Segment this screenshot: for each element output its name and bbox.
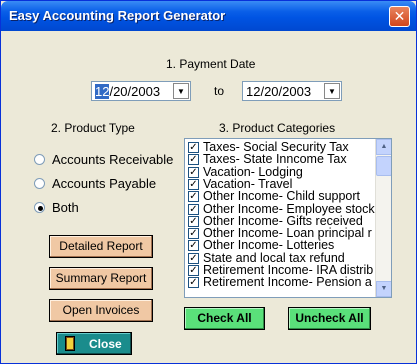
product-type-heading: 2. Product Type: [51, 121, 135, 135]
category-label: Retirement Income- Pension a: [203, 275, 372, 290]
from-date-picker[interactable]: 12/20/2003 ▼: [91, 81, 191, 101]
close-button[interactable]: Close: [56, 332, 132, 355]
product-categories-heading: 3. Product Categories: [219, 121, 336, 135]
exit-door-icon: [65, 336, 75, 351]
checkbox-checked-icon[interactable]: ✓: [188, 252, 199, 264]
summary-report-button[interactable]: Summary Report: [49, 267, 153, 290]
checkbox-checked-icon[interactable]: ✓: [188, 215, 199, 227]
scrollbar-thumb[interactable]: [376, 156, 391, 176]
radio-button-selected-icon: [34, 202, 45, 213]
from-date-rest: /20/2003: [109, 84, 161, 99]
checkbox-checked-icon[interactable]: ✓: [188, 277, 199, 289]
detailed-report-button[interactable]: Detailed Report: [49, 235, 153, 258]
checkbox-checked-icon[interactable]: ✓: [188, 191, 199, 203]
radio-button-icon: [34, 178, 45, 189]
checkbox-checked-icon[interactable]: ✓: [188, 228, 199, 240]
checkbox-checked-icon[interactable]: ✓: [188, 154, 199, 166]
to-date-dropdown-arrow-icon[interactable]: ▼: [324, 83, 340, 99]
checkbox-checked-icon[interactable]: ✓: [188, 142, 199, 153]
scroll-down-arrow-icon[interactable]: ▼: [376, 281, 391, 297]
title-bar[interactable]: Easy Accounting Report Generator ✕: [1, 1, 416, 31]
main-window: Easy Accounting Report Generator ✕ 1. Pa…: [0, 0, 417, 364]
scroll-up-arrow-icon[interactable]: ▲: [376, 139, 391, 155]
to-date-value: 12/20/2003: [246, 84, 312, 99]
uncheck-all-button[interactable]: Uncheck All: [288, 307, 371, 330]
checkbox-checked-icon[interactable]: ✓: [188, 203, 199, 215]
vertical-scrollbar[interactable]: ▲ ▼: [375, 139, 391, 297]
radio-button-icon: [34, 154, 45, 165]
to-date-picker[interactable]: 12/20/2003 ▼: [242, 81, 342, 101]
checkbox-checked-icon[interactable]: ✓: [188, 240, 199, 252]
window-close-icon[interactable]: ✕: [389, 6, 410, 27]
payment-date-heading: 1. Payment Date: [166, 57, 256, 71]
check-all-button[interactable]: Check All: [184, 307, 265, 330]
checkbox-checked-icon[interactable]: ✓: [188, 178, 199, 190]
checkbox-checked-icon[interactable]: ✓: [188, 265, 199, 276]
open-invoices-button[interactable]: Open Invoices: [49, 299, 153, 322]
window-title: Easy Accounting Report Generator: [9, 8, 226, 23]
from-date-month-selected: 12: [95, 84, 110, 99]
from-date-dropdown-arrow-icon[interactable]: ▼: [173, 83, 189, 99]
to-label: to: [214, 84, 225, 98]
product-categories-list[interactable]: ✓ Taxes- Social Security Tax ✓ Taxes- State…: [184, 138, 392, 298]
checkbox-checked-icon[interactable]: ✓: [188, 166, 199, 178]
